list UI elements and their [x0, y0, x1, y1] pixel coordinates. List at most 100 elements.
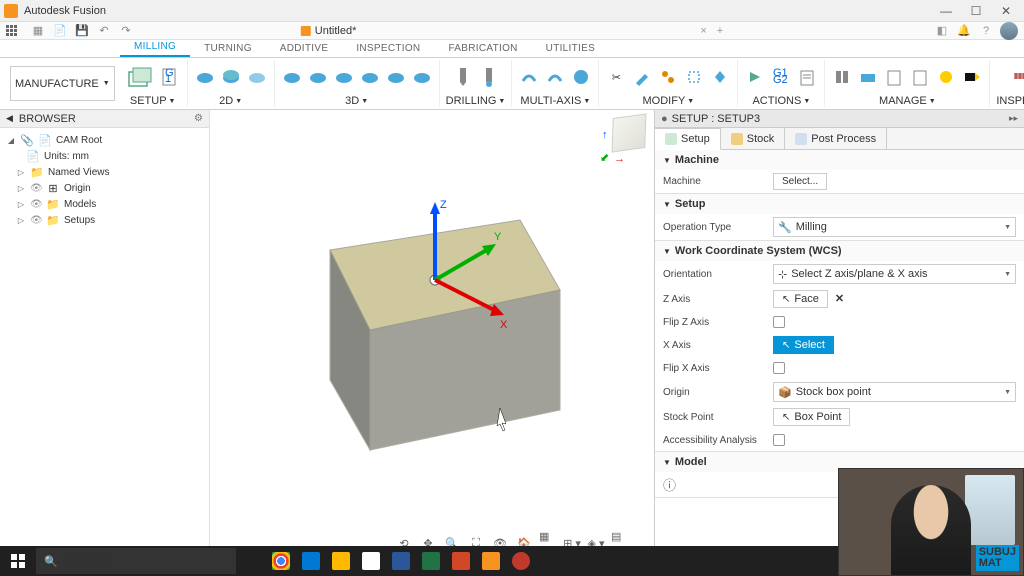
save-icon[interactable]: 💾 [74, 24, 90, 38]
svg-text:1: 1 [165, 73, 171, 85]
multi-2-icon[interactable] [544, 66, 566, 88]
mg-4-icon[interactable] [909, 66, 931, 88]
3d-6-icon[interactable] [411, 66, 433, 88]
act-1-icon[interactable] [744, 66, 766, 88]
tab-fabrication[interactable]: FABRICATION [434, 40, 531, 57]
taskbar-search[interactable]: 🔍Wyszukaj [36, 548, 236, 574]
flipz-checkbox[interactable] [773, 316, 785, 328]
tree-origin[interactable]: ▷👁⊞Origin [0, 180, 209, 196]
mg-3-icon[interactable] [883, 66, 905, 88]
ribbon-group-setup: G1 SETUP▼ [119, 60, 188, 107]
tree-named-views[interactable]: ▷📁Named Views [0, 164, 209, 180]
orientation-select[interactable]: ⊹Select Z axis/plane & X axis▼ [773, 264, 1016, 284]
undo-icon[interactable]: ↶ [96, 24, 112, 38]
start-button[interactable] [0, 546, 36, 576]
multi-3-icon[interactable] [570, 66, 592, 88]
info-icon[interactable]: ⓘ [663, 475, 676, 494]
taskbar-outlook[interactable] [296, 546, 326, 576]
zaxis-button[interactable]: ↖ Face [773, 290, 828, 308]
taskbar-explorer[interactable] [326, 546, 356, 576]
3d-1-icon[interactable] [281, 66, 303, 88]
document-tab[interactable]: Untitled* × + [301, 25, 723, 37]
panel-tab-stock[interactable]: Stock [721, 128, 786, 149]
panel-tab-setup[interactable]: Setup [655, 128, 721, 150]
act-3-icon[interactable] [796, 66, 818, 88]
window-maximize[interactable]: ☐ [962, 1, 990, 21]
window-minimize[interactable]: — [932, 1, 960, 21]
drill-1-icon[interactable] [452, 66, 474, 88]
browser-header[interactable]: ◀BROWSER⚙ [0, 110, 209, 128]
workspace-selector[interactable]: MANUFACTURE▼ [10, 66, 115, 101]
model-view[interactable]: Z Y X [210, 130, 650, 510]
close-tab[interactable]: × [700, 25, 706, 37]
quick-access-toolbar: ▦ 📄 💾 ↶ ↷ Untitled* × + ◧ 🔔 ? [0, 22, 1024, 40]
2d-3-icon[interactable] [246, 66, 268, 88]
data-panel-icon[interactable]: ▦ [30, 24, 46, 38]
inspect-icon[interactable] [1010, 62, 1024, 92]
flipx-checkbox[interactable] [773, 362, 785, 374]
nc-program-icon[interactable]: G1 [159, 66, 181, 88]
tree-units[interactable]: 📄Units: mm [0, 148, 209, 164]
2d-1-icon[interactable] [194, 66, 216, 88]
3d-2-icon[interactable] [307, 66, 329, 88]
taskbar-app[interactable] [506, 546, 536, 576]
viewport[interactable]: Z Y X ⬋↑→ [210, 110, 654, 546]
svg-text:G2: G2 [773, 74, 788, 86]
mg-5-icon[interactable] [935, 66, 957, 88]
redo-icon[interactable]: ↷ [118, 24, 134, 38]
svg-text:Z: Z [440, 199, 447, 211]
tab-turning[interactable]: TURNING [190, 40, 266, 57]
tree-root[interactable]: ◢📎📄CAM Root [0, 132, 209, 148]
tree-setups[interactable]: ▷👁📁Setups [0, 212, 209, 228]
taskbar-excel[interactable] [416, 546, 446, 576]
taskbar-fusion[interactable] [476, 546, 506, 576]
help-icon[interactable]: ? [978, 24, 994, 38]
new-tab[interactable]: + [717, 25, 723, 37]
extensions-icon[interactable]: ◧ [934, 24, 950, 38]
titlebar: Autodesk Fusion — ☐ ✕ [0, 0, 1024, 22]
origin-select[interactable]: 📦Stock box point▼ [773, 382, 1016, 402]
mod-3-icon[interactable] [657, 66, 679, 88]
file-icon[interactable]: 📄 [52, 24, 68, 38]
operation-type-select[interactable]: 🔧Milling▼ [773, 217, 1016, 237]
2d-2-icon[interactable] [220, 66, 242, 88]
panel-tab-post[interactable]: Post Process [785, 128, 887, 149]
tab-inspection[interactable]: INSPECTION [342, 40, 434, 57]
user-avatar[interactable] [1000, 22, 1018, 40]
taskbar-store[interactable] [356, 546, 386, 576]
mg-6-icon[interactable] [961, 66, 983, 88]
mod-4-icon[interactable] [683, 66, 705, 88]
gear-icon[interactable]: ⚙ [194, 113, 203, 124]
xaxis-button[interactable]: ↖ Select [773, 336, 834, 354]
tab-milling[interactable]: MILLING [120, 38, 190, 57]
notifications-icon[interactable]: 🔔 [956, 24, 972, 38]
ribbon-group-manage: MANAGE▼ [825, 60, 990, 107]
3d-4-icon[interactable] [359, 66, 381, 88]
drill-2-icon[interactable] [478, 66, 500, 88]
3d-5-icon[interactable] [385, 66, 407, 88]
tab-additive[interactable]: ADDITIVE [266, 40, 343, 57]
window-close[interactable]: ✕ [992, 1, 1020, 21]
taskbar-chrome[interactable] [266, 546, 296, 576]
multi-1-icon[interactable] [518, 66, 540, 88]
act-2-icon[interactable]: G1G2 [770, 66, 792, 88]
viewcube[interactable]: ⬋↑→ [604, 116, 646, 158]
window-bg [965, 475, 1015, 545]
stockpoint-button[interactable]: ↖ Box Point [773, 408, 850, 426]
machine-select-button[interactable]: Select... [773, 173, 827, 190]
setup-icon[interactable] [125, 62, 155, 92]
apps-icon[interactable] [6, 25, 17, 36]
accessibility-checkbox[interactable] [773, 434, 785, 446]
mod-5-icon[interactable] [709, 66, 731, 88]
mg-1-icon[interactable] [831, 66, 853, 88]
taskbar-ppt[interactable] [446, 546, 476, 576]
mod-2-icon[interactable] [631, 66, 653, 88]
tree-models[interactable]: ▷👁📁Models [0, 196, 209, 212]
expand-icon[interactable]: ▸▸ [1009, 113, 1018, 124]
3d-3-icon[interactable] [333, 66, 355, 88]
tab-utilities[interactable]: UTILITIES [532, 40, 609, 57]
zaxis-clear[interactable]: ✕ [835, 293, 844, 305]
taskbar-word[interactable] [386, 546, 416, 576]
mod-1-icon[interactable]: ✂ [605, 66, 627, 88]
mg-2-icon[interactable] [857, 66, 879, 88]
